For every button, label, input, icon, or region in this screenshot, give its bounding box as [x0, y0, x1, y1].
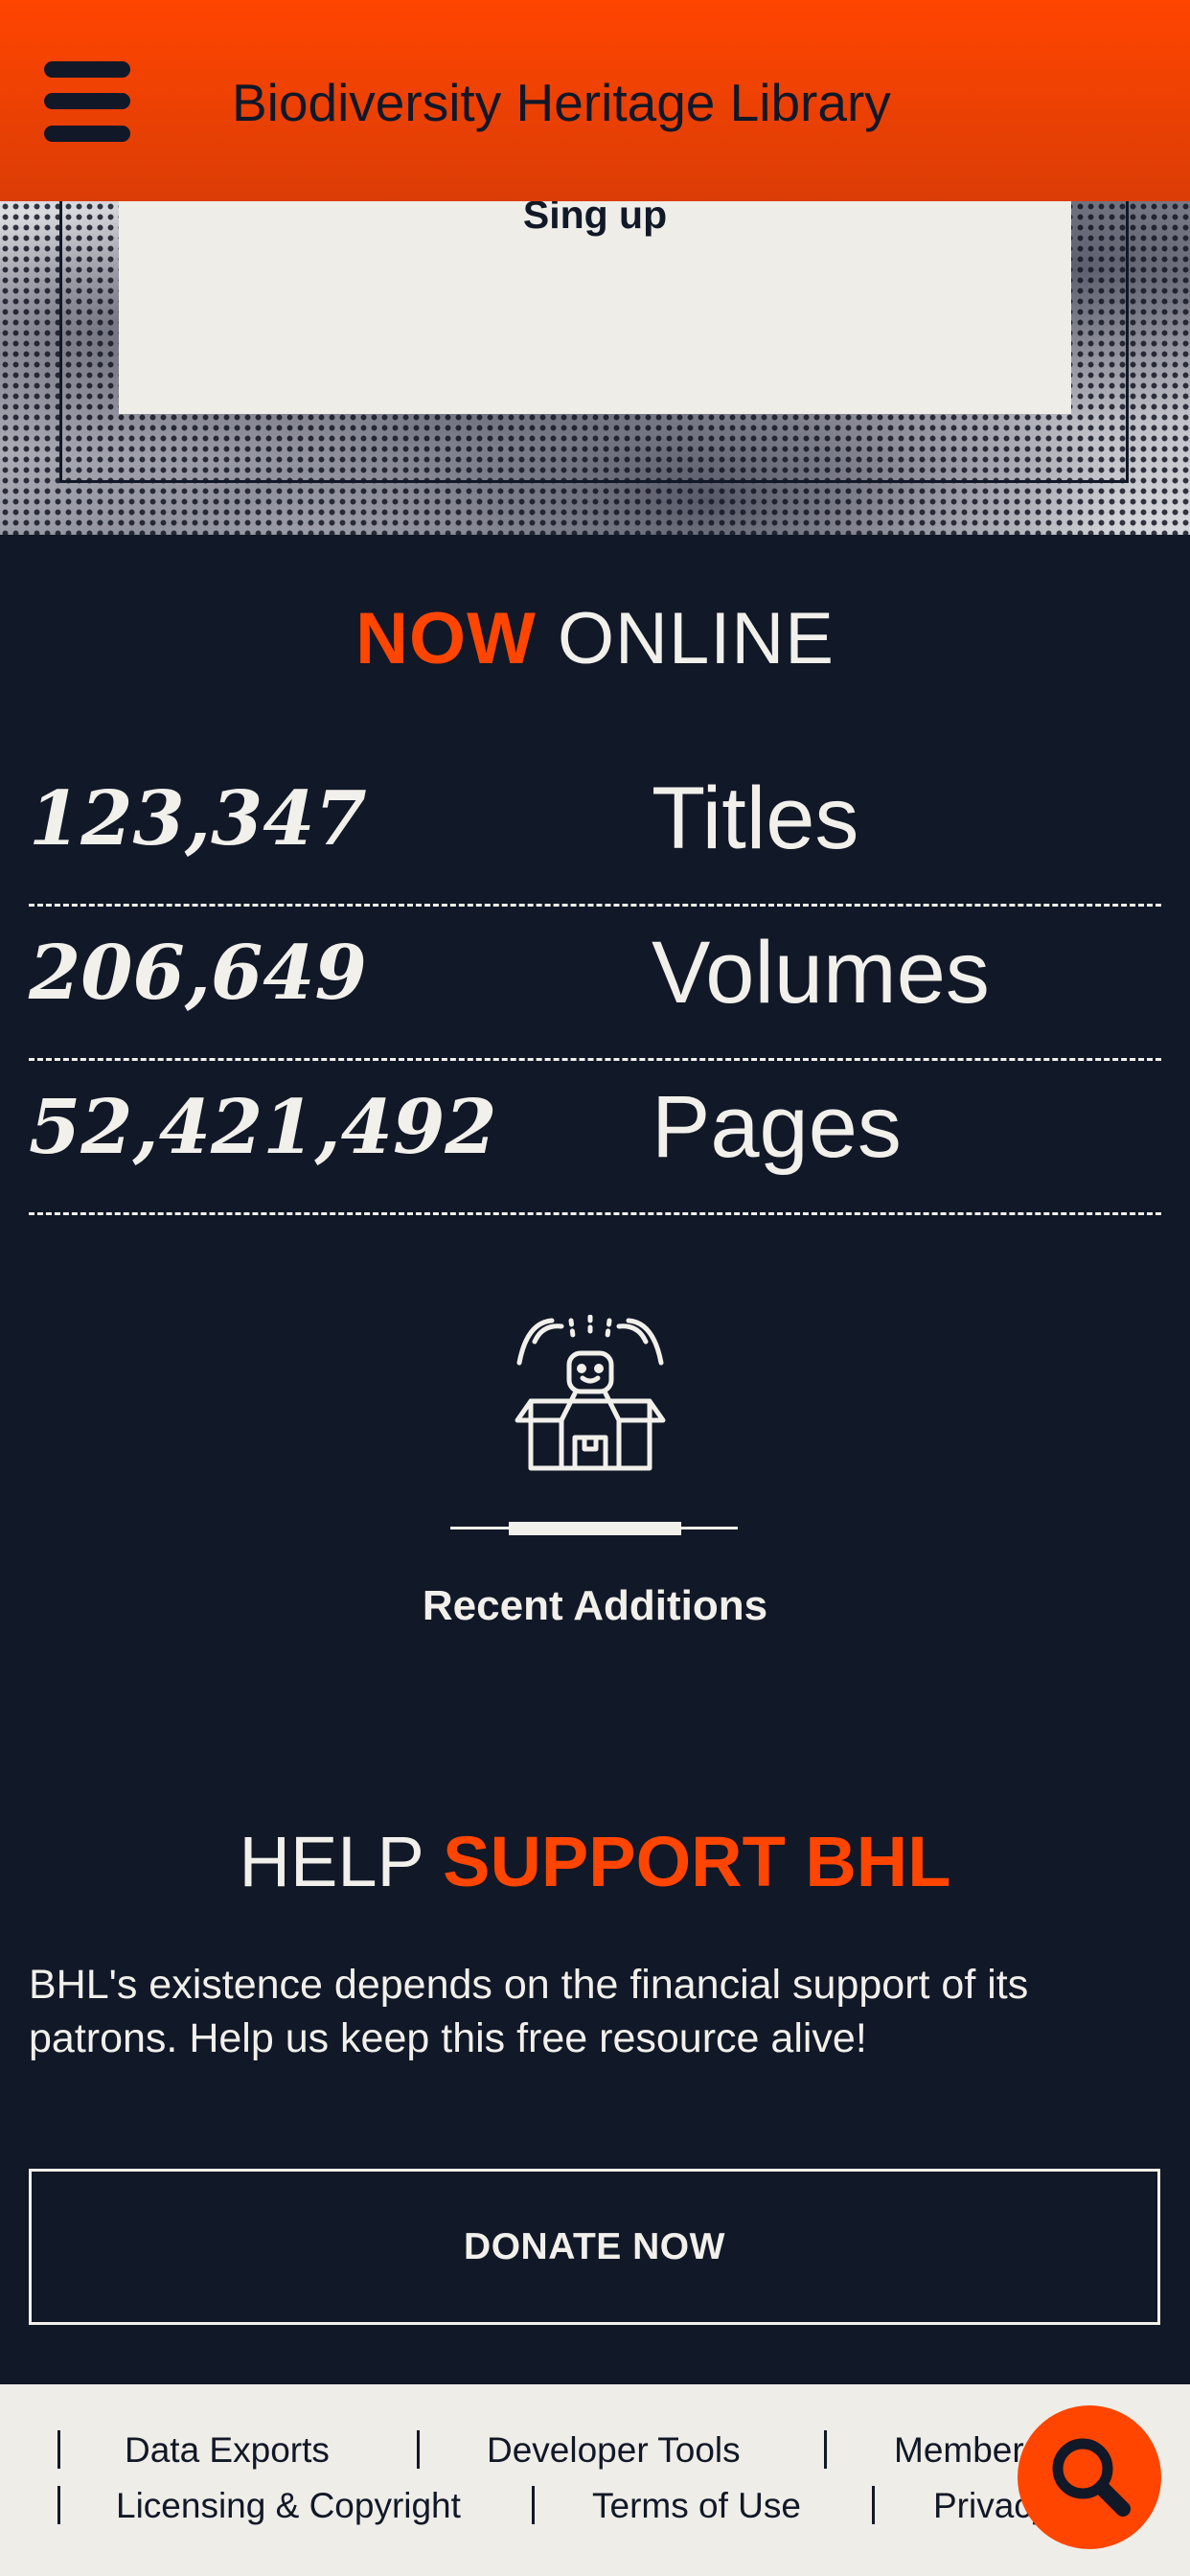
- footer-separator: [417, 2430, 420, 2469]
- search-icon: [1052, 2438, 1131, 2517]
- stat-row-titles: 123,347 Titles: [29, 752, 1161, 907]
- footer-link-licensing[interactable]: Licensing & Copyright: [116, 2482, 461, 2530]
- stat-value: 206,649: [29, 930, 367, 1017]
- recent-divider-bar: [509, 1522, 681, 1535]
- now-online-heading: NOW ONLINE: [0, 596, 1190, 682]
- signup-banner: Sing up: [0, 201, 1190, 535]
- stats-list: 123,347 Titles 206,649 Volumes 52,421,49…: [29, 752, 1161, 1215]
- search-button[interactable]: [1018, 2405, 1161, 2549]
- footer-link-developer-tools[interactable]: Developer Tools: [487, 2426, 741, 2474]
- footer-link-data-exports[interactable]: Data Exports: [125, 2426, 330, 2474]
- signup-link[interactable]: Sing up: [119, 201, 1071, 242]
- stat-value: 123,347: [29, 775, 367, 862]
- donate-now-button[interactable]: DONATE NOW: [29, 2169, 1160, 2325]
- footer-link-terms[interactable]: Terms of Use: [592, 2482, 801, 2530]
- stat-label: Titles: [652, 770, 859, 867]
- help-support-heading: HELP SUPPORT BHL: [0, 1819, 1190, 1905]
- now-online-rest: ONLINE: [536, 598, 835, 679]
- site-title[interactable]: Biodiversity Heritage Library: [232, 69, 891, 136]
- footer: Data Exports Developer Tools Members Lic…: [0, 2384, 1190, 2576]
- footer-separator: [824, 2430, 827, 2469]
- footer-separator: [57, 2430, 60, 2469]
- hamburger-menu-icon[interactable]: [44, 61, 130, 142]
- signup-card: Sing up: [119, 201, 1071, 414]
- stat-value: 52,421,492: [29, 1084, 497, 1171]
- stat-label: Volumes: [652, 924, 990, 1022]
- stat-row-pages: 52,421,492 Pages: [29, 1061, 1161, 1215]
- help-heading-plain: HELP: [239, 1822, 444, 1901]
- now-online-accent: NOW: [355, 598, 537, 679]
- footer-separator: [532, 2486, 535, 2524]
- recent-additions-link[interactable]: Recent Additions: [0, 1577, 1190, 1635]
- help-heading-accent: SUPPORT BHL: [443, 1822, 951, 1901]
- app-header: Biodiversity Heritage Library: [0, 0, 1190, 201]
- footer-separator: [57, 2486, 60, 2524]
- stat-label: Pages: [652, 1078, 902, 1176]
- help-support-text: BHL's existence depends on the financial…: [29, 1962, 1029, 2061]
- stat-row-volumes: 206,649 Volumes: [29, 907, 1161, 1061]
- gift-box-icon[interactable]: [514, 1315, 667, 1474]
- footer-separator: [872, 2486, 875, 2524]
